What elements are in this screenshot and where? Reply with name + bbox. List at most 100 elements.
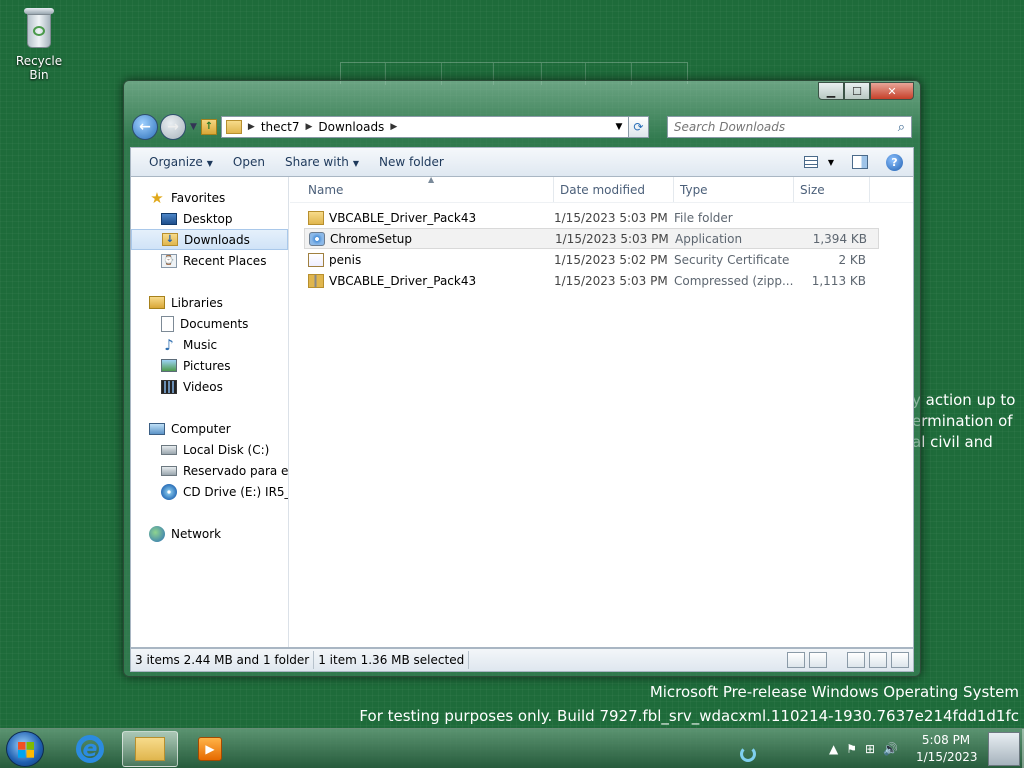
preview-pane-icon[interactable] — [852, 155, 868, 169]
user-icon[interactable] — [988, 732, 1020, 766]
column-headers: ▲ Name Date modified Type Size — [290, 175, 913, 203]
nav-favorites[interactable]: ★ Favorites — [131, 187, 288, 208]
libraries-icon — [149, 296, 165, 309]
windows-logo-icon — [18, 742, 34, 758]
details-pane-icon[interactable] — [891, 652, 909, 668]
action-center-flag-icon[interactable]: ⚑ — [846, 742, 857, 756]
folder-icon — [308, 210, 324, 225]
network-tray-icon[interactable]: ⊞ — [865, 742, 875, 756]
explorer-content: ★ Favorites Desktop ↓ Downloads ⌚ Recent Pl… — [130, 175, 914, 648]
nav-local-disk[interactable]: Local Disk (C:) — [131, 439, 288, 460]
close-button[interactable]: ✕ — [870, 82, 914, 100]
chevron-right-icon[interactable]: ▶ — [390, 122, 397, 132]
desktop-icon — [161, 212, 177, 225]
address-bar[interactable]: ▶ thect7 ▶ Downloads ▶ ▼ — [220, 116, 629, 138]
pictures-icon — [161, 359, 177, 372]
nav-recent-places[interactable]: ⌚ Recent Places — [131, 250, 288, 271]
refresh-button[interactable]: ⟳ — [628, 116, 649, 138]
search-input[interactable] — [673, 120, 898, 134]
chevron-down-icon: ▼ — [206, 159, 213, 168]
open-button[interactable]: Open — [223, 155, 275, 169]
file-row[interactable]: VBCABLE_Driver_Pack43 1/15/2023 5:03 PM … — [290, 207, 913, 228]
windows-explorer-icon — [135, 737, 165, 761]
nav-downloads[interactable]: ↓ Downloads — [131, 229, 288, 250]
nav-reserved-partition[interactable]: Reservado para el sis — [131, 460, 288, 481]
taskbar-internet-explorer[interactable]: e — [62, 731, 118, 767]
nav-libraries[interactable]: Libraries — [131, 292, 288, 313]
cd-drive-icon — [161, 483, 177, 500]
recycle-bin-label: Recycle Bin — [15, 54, 63, 82]
forward-button[interactable]: → — [160, 114, 186, 140]
up-folder-icon[interactable]: ↑ — [200, 119, 217, 135]
notification-area: ▲ ⚑ ⊞ 🔊 5:08 PM 1/15/2023 — [829, 729, 978, 768]
file-row[interactable]: VBCABLE_Driver_Pack43 1/15/2023 5:03 PM … — [290, 270, 913, 291]
background-text: y action up to ermination of al civil an… — [912, 391, 1016, 451]
internet-explorer-icon: e — [76, 735, 104, 763]
nav-pictures[interactable]: Pictures — [131, 355, 288, 376]
search-icon[interactable]: ⌕ — [898, 120, 905, 135]
clock[interactable]: 5:08 PM 1/15/2023 — [916, 732, 978, 766]
taskbar: e ▶ ▲ ⚑ ⊞ 🔊 5:08 PM 1/15/2023 — [0, 728, 1024, 768]
nav-videos[interactable]: Videos — [131, 376, 288, 397]
column-date-modified[interactable]: Date modified — [554, 177, 674, 202]
build-watermark-line2: For testing purposes only. Build 7927.fb… — [359, 707, 1019, 725]
chevron-right-icon[interactable]: ▶ — [305, 122, 312, 132]
nav-documents[interactable]: Documents — [131, 313, 288, 334]
file-row-selected[interactable]: ChromeSetup 1/15/2023 5:03 PM Applicatio… — [304, 228, 879, 249]
nav-computer[interactable]: Computer — [131, 418, 288, 439]
status-selection: 1 item 1.36 MB selected — [314, 651, 470, 669]
address-history-dropdown[interactable]: ▼ — [610, 122, 628, 132]
breadcrumb-user[interactable]: thect7 — [255, 120, 306, 134]
media-player-icon: ▶ — [198, 737, 222, 761]
downloads-folder-icon — [225, 120, 242, 134]
recycle-bin-icon — [22, 6, 56, 50]
change-view-button[interactable]: ▼ — [803, 156, 834, 168]
back-button[interactable]: ← — [132, 114, 158, 140]
taskbar-windows-explorer[interactable] — [122, 731, 178, 767]
volume-icon[interactable]: 🔊 — [883, 742, 898, 756]
clock-time: 5:08 PM — [921, 733, 971, 747]
nav-desktop[interactable]: Desktop — [131, 208, 288, 229]
new-folder-button[interactable]: New folder — [369, 155, 454, 169]
preview-pane-icon[interactable] — [869, 652, 887, 668]
layout-pane-icon[interactable] — [847, 652, 865, 668]
large-icons-view-icon[interactable] — [809, 652, 827, 668]
help-icon[interactable]: ? — [886, 153, 903, 171]
maximize-button[interactable]: ☐ — [844, 82, 870, 100]
downloads-icon: ↓ — [162, 233, 178, 246]
taskbar-media-player[interactable]: ▶ — [182, 731, 238, 767]
chevron-down-icon: ▼ — [827, 157, 834, 167]
column-type[interactable]: Type — [674, 177, 794, 202]
application-icon — [309, 231, 325, 246]
nav-music[interactable]: ♪ Music — [131, 334, 288, 355]
share-with-button[interactable]: Share with ▼ — [275, 155, 369, 169]
navigation-pane[interactable]: ★ Favorites Desktop ↓ Downloads ⌚ Recent Pl… — [131, 177, 289, 647]
breadcrumb-downloads[interactable]: Downloads — [312, 120, 390, 134]
certificate-icon — [308, 252, 324, 267]
explorer-window[interactable]: ▁ ☐ ✕ ← → ▼ ↑ ▶ thect7 ▶ Downloads ▶ ▼ ⟳… — [123, 80, 921, 677]
chevron-right-icon[interactable]: ▶ — [248, 122, 255, 132]
network-icon — [149, 525, 165, 542]
column-size[interactable]: Size — [794, 177, 870, 202]
file-row[interactable]: penis 1/15/2023 5:02 PM Security Certifi… — [290, 249, 913, 270]
details-view-icon[interactable] — [787, 652, 805, 668]
command-bar: Organize ▼ Open Share with ▼ New folder ▼ … — [130, 147, 914, 177]
start-button[interactable] — [6, 731, 44, 767]
computer-icon — [149, 422, 165, 435]
documents-icon — [161, 315, 174, 332]
file-list[interactable]: ▲ Name Date modified Type Size VBCABLE_D… — [290, 175, 913, 647]
show-hidden-icons-icon[interactable]: ▲ — [829, 742, 838, 756]
recent-pages-dropdown[interactable]: ▼ — [190, 122, 197, 132]
nav-network[interactable]: Network — [131, 523, 288, 544]
minimize-button[interactable]: ▁ — [818, 82, 844, 100]
videos-icon — [161, 379, 177, 394]
organize-button[interactable]: Organize ▼ — [139, 155, 223, 169]
search-box[interactable]: ⌕ — [666, 116, 912, 138]
busy-cursor-icon — [740, 746, 756, 762]
column-name[interactable]: Name — [290, 177, 554, 202]
hard-disk-icon — [161, 444, 177, 455]
status-item-count: 3 items 2.44 MB and 1 folder — [131, 651, 315, 669]
nav-cd-drive[interactable]: CD Drive (E:) IR5_CC — [131, 481, 288, 502]
recycle-bin-desktop-icon[interactable]: Recycle Bin — [6, 6, 72, 82]
build-watermark-line1: Microsoft Pre-release Windows Operating … — [649, 683, 1019, 701]
